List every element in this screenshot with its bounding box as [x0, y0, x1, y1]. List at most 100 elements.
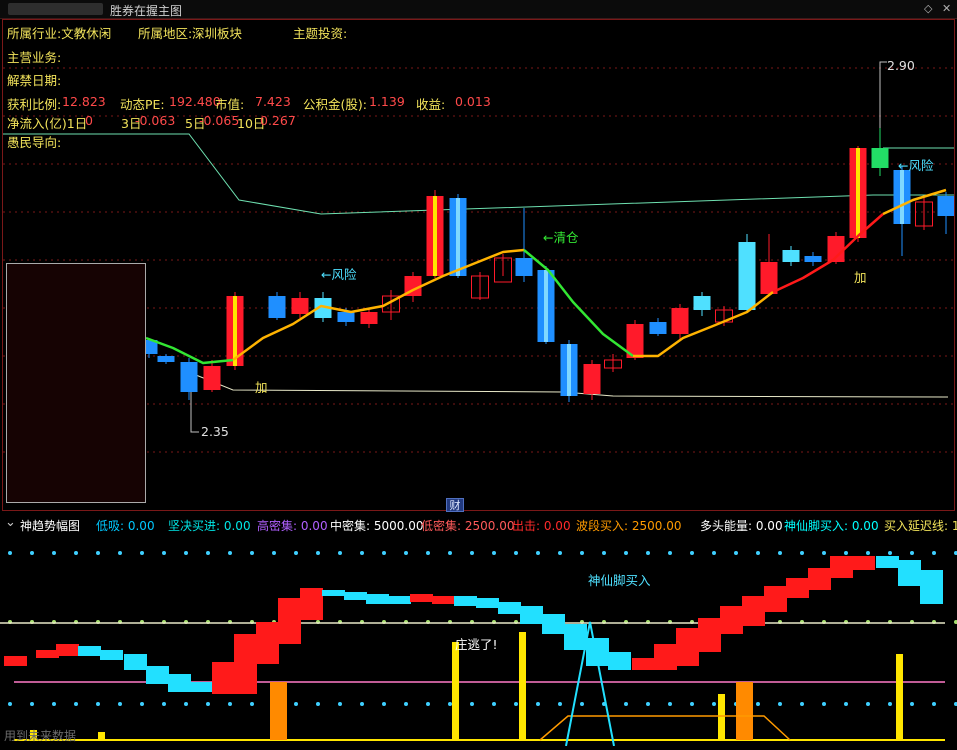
dot-marker — [338, 702, 342, 706]
candle-body — [360, 312, 378, 324]
trend-ribbon-block — [476, 598, 499, 608]
profit-ratio-label: 获利比例: — [7, 97, 62, 112]
dot-marker — [294, 702, 298, 706]
high-pointer — [879, 61, 887, 143]
dot-marker — [668, 702, 672, 706]
trend-ribbon-block — [564, 624, 587, 650]
indicator-item: 坚决买进: 0.00 — [168, 519, 251, 533]
dot-marker — [866, 551, 870, 555]
indicator-header: ⌄ 神趋势幅图 低吸: 0.00 坚决买进: 0.00 高密集: 0.00 中密集: … — [0, 514, 957, 534]
dot-marker — [646, 702, 650, 706]
trend-ribbon-block — [920, 570, 943, 604]
signal-bar — [98, 732, 105, 740]
trend-ribbon-block — [454, 596, 477, 606]
dot-marker — [96, 702, 100, 706]
dot-marker — [206, 702, 210, 706]
indicator-item: 中密集: 5000.00 — [330, 519, 424, 533]
main-price-panel[interactable]: 所属行业:文教休闲 所属地区: 深圳板块 主题投资: 主营业务: 解禁日期: 获利… — [2, 19, 955, 511]
indicator-panel[interactable]: 庄逃了! 神仙脚买入 — [0, 534, 957, 747]
profit-ratio-value: 12.823 — [62, 94, 106, 109]
dot-marker — [756, 702, 760, 706]
mcap-value: 7.423 — [255, 94, 291, 109]
trend-ribbon-block — [344, 592, 367, 600]
dot-marker — [580, 702, 584, 706]
dot-marker — [800, 702, 804, 706]
stock-name-redacted — [8, 3, 103, 15]
trend-ribbon-block — [876, 556, 899, 568]
restore-icon[interactable]: ◇ — [924, 2, 932, 15]
finance-tab[interactable]: 财 — [446, 498, 464, 512]
dot-marker — [118, 551, 122, 555]
trend-ribbon-block — [898, 560, 921, 586]
dot-marker — [8, 702, 12, 706]
dot-marker — [338, 551, 342, 555]
trend-ribbon-block — [36, 650, 59, 658]
dot-marker — [272, 551, 276, 555]
dot-marker — [734, 551, 738, 555]
dot-marker — [316, 702, 320, 706]
pe-label: 动态PE: — [120, 97, 165, 112]
dot-marker — [712, 551, 716, 555]
candle-body — [937, 196, 954, 216]
info-row-industry: 所属行业:文教休闲 所属地区: 深圳板块 主题投资: — [7, 23, 347, 42]
dot-marker — [382, 702, 386, 706]
dot-marker — [470, 702, 474, 706]
guide-label: 愚民导向: — [7, 135, 62, 150]
indicator-item: 低吸: 0.00 — [96, 519, 155, 533]
candle-body — [157, 356, 175, 362]
dot-marker — [822, 702, 826, 706]
dot-marker — [624, 551, 628, 555]
eps-value: 0.013 — [455, 94, 491, 109]
dot-marker — [756, 551, 760, 555]
dot-marker — [404, 702, 408, 706]
netflow-3d-value: -0.063 — [135, 113, 176, 128]
dot-marker — [96, 551, 100, 555]
dot-marker — [492, 551, 496, 555]
fund-value: 1.139 — [369, 94, 405, 109]
trend-ribbon-block — [124, 654, 147, 670]
risk-signal-2: ←风险 — [898, 158, 934, 173]
dot-marker — [52, 551, 56, 555]
candle-body — [291, 298, 309, 314]
candle-highlight — [456, 198, 460, 276]
trend-ribbon-block — [698, 618, 721, 652]
candle-body — [649, 322, 667, 334]
indicator-item: 高密集: 0.00 — [257, 519, 328, 533]
close-icon[interactable]: ✕ — [942, 2, 951, 15]
dot-marker — [558, 551, 562, 555]
dot-marker — [206, 551, 210, 555]
dot-marker — [932, 551, 936, 555]
side-info-box[interactable] — [6, 263, 146, 503]
trend-ribbon-block — [300, 588, 323, 620]
dot-marker — [514, 702, 518, 706]
dot-marker — [778, 551, 782, 555]
dot-marker — [844, 551, 848, 555]
dot-marker — [492, 702, 496, 706]
pe-value: 192.480 — [169, 94, 221, 109]
candle-body — [180, 362, 198, 392]
dot-marker — [800, 551, 804, 555]
dot-marker — [470, 551, 474, 555]
dot-marker — [646, 551, 650, 555]
dot-marker — [250, 551, 254, 555]
indicator-name[interactable]: 神趋势幅图 — [20, 517, 80, 534]
trend-ribbon-block — [830, 556, 853, 578]
collapse-icon[interactable]: ⌄ — [5, 515, 16, 530]
trend-ribbon-block — [498, 602, 521, 614]
trend-ribbon-block — [632, 658, 655, 670]
dot-marker — [250, 702, 254, 706]
trend-ribbon-block — [100, 650, 123, 660]
dot-marker — [448, 702, 452, 706]
trend-ribbon-block — [764, 586, 787, 612]
candle-body — [693, 296, 711, 310]
high-price-label: 2.90 — [887, 58, 915, 73]
dot-marker — [426, 551, 430, 555]
trend-ribbon-block — [852, 556, 875, 570]
eps-label: 收益: — [416, 97, 446, 112]
moving-average — [882, 188, 947, 216]
dot-marker — [690, 702, 694, 706]
candle-highlight — [900, 170, 904, 224]
dot-marker — [844, 702, 848, 706]
dot-marker — [118, 702, 122, 706]
fund-label: 公积金(股): — [303, 97, 367, 112]
